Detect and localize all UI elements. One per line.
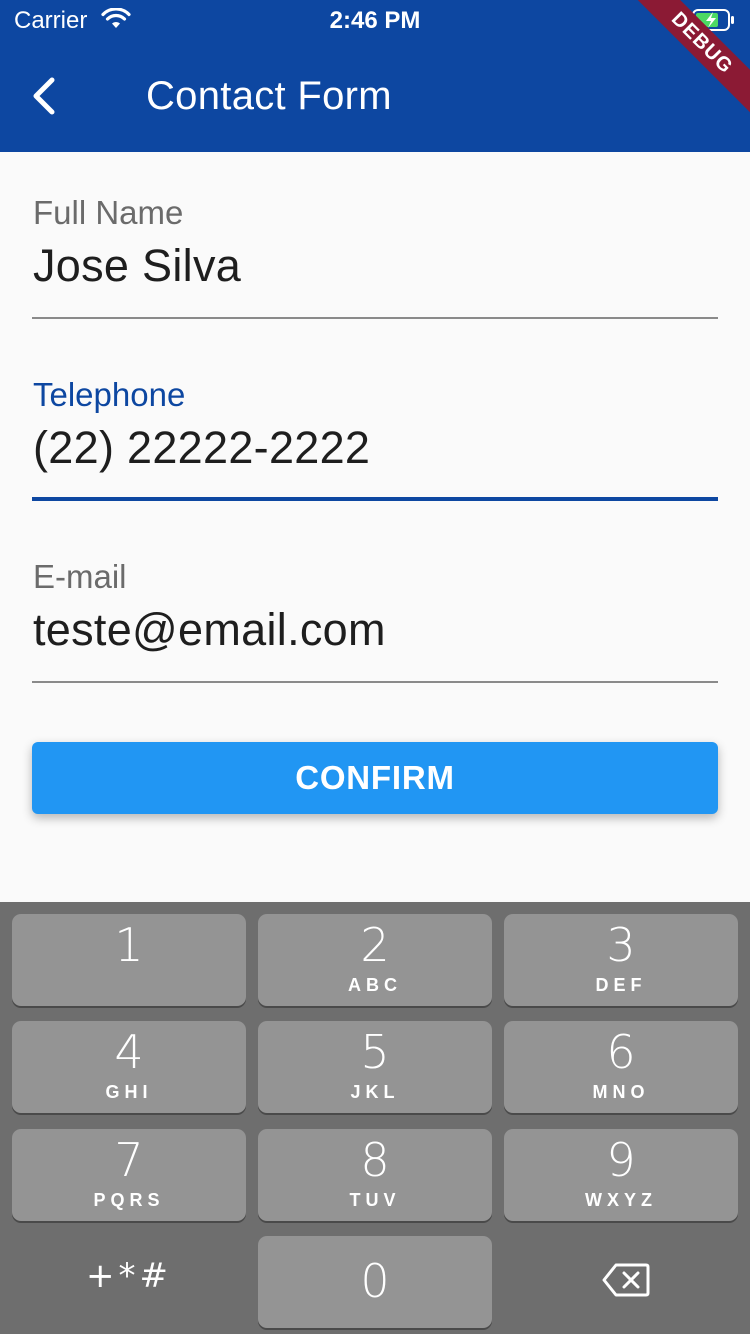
key-0[interactable]: 0: [258, 1236, 492, 1328]
key-2[interactable]: 2 ABC: [258, 914, 492, 1006]
key-letters: PQRS: [93, 1190, 165, 1210]
full-name-label: Full Name: [33, 194, 184, 231]
email-value[interactable]: teste@email.com: [33, 604, 386, 656]
key-8[interactable]: 8 TUV: [258, 1129, 492, 1221]
key-digit: 4: [114, 1025, 144, 1079]
back-button[interactable]: [24, 72, 72, 120]
key-digit: 6: [606, 1025, 636, 1079]
back-arrow-icon: [24, 77, 72, 124]
key-letters: MNO: [592, 1082, 650, 1102]
key-letters: WXYZ: [585, 1190, 657, 1210]
telephone-underline: [32, 497, 718, 501]
key-digit: 8: [360, 1133, 390, 1187]
status-bar: Carrier 2:46 PM: [0, 0, 750, 40]
symbols-label: +*#: [86, 1256, 172, 1296]
email-field[interactable]: E-mail teste@email.com: [32, 558, 718, 684]
full-name-underline: [32, 317, 718, 319]
key-digit: 5: [360, 1025, 390, 1079]
app-bar: Carrier 2:46 PM DEBUG Contact Form: [0, 0, 750, 152]
key-digit: 9: [606, 1133, 636, 1187]
key-digit: 7: [114, 1133, 144, 1187]
key-letters: JKL: [350, 1082, 400, 1102]
status-time: 2:46 PM: [329, 7, 421, 34]
numeric-keypad: 1 2 ABC 3 DEF 4 GHI 5 JKL 6 MNO 7 PQRS 8…: [0, 902, 750, 1334]
key-digit: 1: [114, 918, 144, 972]
email-label: E-mail: [33, 558, 127, 595]
page-title: Contact Form: [146, 74, 392, 118]
backspace-icon: [602, 1263, 650, 1302]
key-letters: TUV: [349, 1190, 401, 1210]
key-9[interactable]: 9 WXYZ: [504, 1129, 738, 1221]
key-digit: 3: [606, 918, 636, 972]
telephone-field[interactable]: Telephone (22) 22222-2222: [32, 376, 718, 502]
key-letters: DEF: [595, 975, 647, 995]
telephone-value[interactable]: (22) 22222-2222: [33, 422, 370, 474]
key-7[interactable]: 7 PQRS: [12, 1129, 246, 1221]
confirm-button[interactable]: CONFIRM: [32, 742, 718, 814]
key-5[interactable]: 5 JKL: [258, 1021, 492, 1113]
key-6[interactable]: 6 MNO: [504, 1021, 738, 1113]
key-3[interactable]: 3 DEF: [504, 914, 738, 1006]
telephone-label: Telephone: [33, 376, 186, 413]
key-digit: 2: [360, 918, 390, 972]
symbols-key[interactable]: +*#: [12, 1236, 246, 1328]
backspace-key[interactable]: [504, 1236, 738, 1328]
full-name-field[interactable]: Full Name Jose Silva: [32, 194, 718, 320]
email-underline: [32, 681, 718, 683]
key-letters: GHI: [105, 1082, 153, 1102]
key-letters: ABC: [348, 975, 402, 995]
full-name-value[interactable]: Jose Silva: [33, 240, 241, 292]
key-4[interactable]: 4 GHI: [12, 1021, 246, 1113]
key-digit: 0: [360, 1254, 390, 1308]
key-1[interactable]: 1: [12, 914, 246, 1006]
